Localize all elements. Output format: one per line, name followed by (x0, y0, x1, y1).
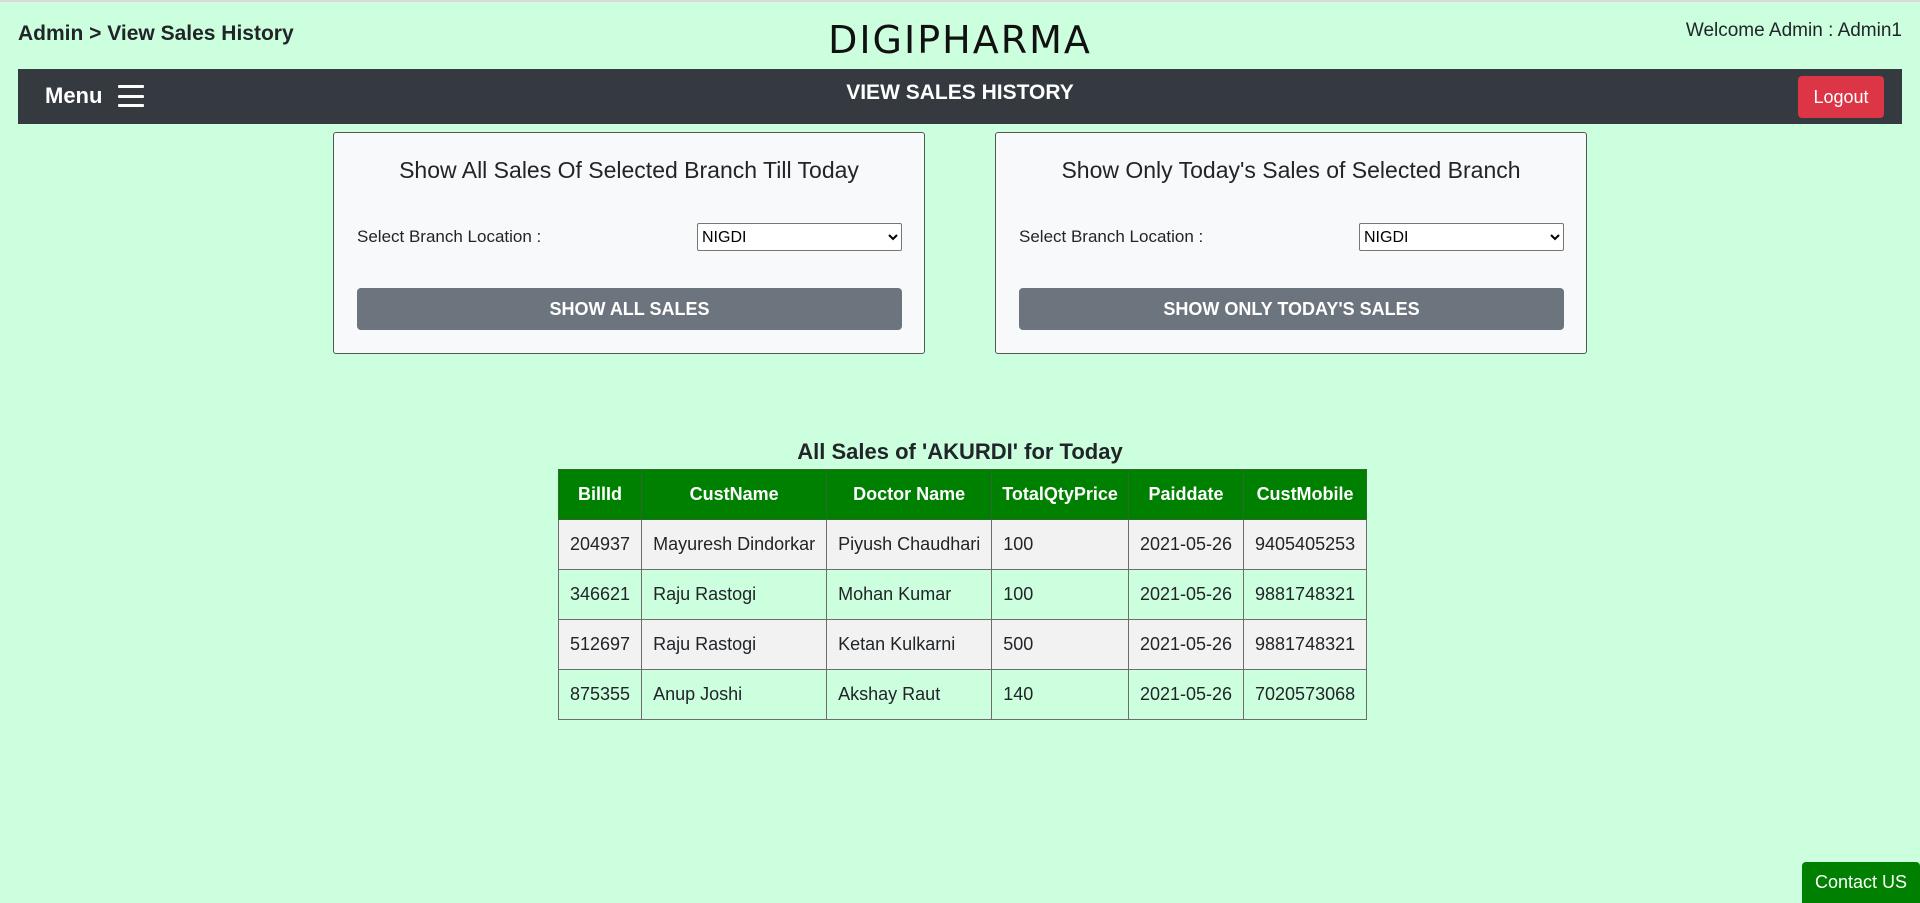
show-all-sales-button[interactable]: SHOW ALL SALES (357, 288, 902, 330)
cell-custmobile: 7020573068 (1243, 669, 1368, 720)
table-row: 875355 Anup Joshi Akshay Raut 140 2021-0… (557, 669, 1368, 720)
cell-paiddate: 2021-05-26 (1127, 569, 1245, 620)
brand-logo-text: DIGIPHARMA (828, 18, 1092, 62)
cell-totalqtyprice: 100 (991, 569, 1129, 620)
all-sales-card-title: Show All Sales Of Selected Branch Till T… (399, 157, 859, 183)
table-row: 346621 Raju Rastogi Mohan Kumar 100 2021… (557, 569, 1368, 620)
today-sales-card: Show Only Today's Sales of Selected Bran… (995, 132, 1587, 354)
cell-billid: 875355 (557, 669, 643, 720)
cell-billid: 512697 (557, 619, 643, 670)
all-sales-card: Show All Sales Of Selected Branch Till T… (333, 132, 925, 354)
today-sales-card-title: Show Only Today's Sales of Selected Bran… (1061, 157, 1521, 183)
cell-paiddate: 2021-05-26 (1127, 619, 1245, 670)
show-today-sales-button[interactable]: SHOW ONLY TODAY'S SALES (1019, 288, 1564, 330)
column-header-billid: BillId (557, 469, 643, 520)
cell-billid: 204937 (557, 519, 643, 570)
cell-custmobile: 9881748321 (1243, 569, 1368, 620)
cell-custname: Raju Rastogi (641, 569, 828, 620)
hamburger-icon[interactable] (118, 85, 145, 107)
page-title: VIEW SALES HISTORY (846, 81, 1074, 104)
cell-doctor-name: Akshay Raut (826, 669, 993, 720)
table-row: 204937 Mayuresh Dindorkar Piyush Chaudha… (557, 519, 1368, 570)
cell-billid: 346621 (557, 569, 643, 620)
cell-custname: Mayuresh Dindorkar (641, 519, 828, 570)
column-header-totalqtyprice: TotalQtyPrice (991, 469, 1129, 520)
table-header-row: BillId CustName Doctor Name TotalQtyPric… (557, 469, 1368, 520)
sales-table: BillId CustName Doctor Name TotalQtyPric… (557, 469, 1368, 720)
results-title: All Sales of 'AKURDI' for Today (797, 439, 1123, 464)
cell-doctor-name: Piyush Chaudhari (826, 519, 993, 570)
contact-us-button[interactable]: Contact US (1802, 862, 1920, 903)
menu-toggle[interactable]: Menu (45, 83, 145, 109)
table-row: 512697 Raju Rastogi Ketan Kulkarni 500 2… (557, 619, 1368, 670)
cell-doctor-name: Mohan Kumar (826, 569, 993, 620)
cell-custname: Anup Joshi (641, 669, 828, 720)
cell-totalqtyprice: 100 (991, 519, 1129, 570)
cell-custmobile: 9881748321 (1243, 619, 1368, 670)
cell-totalqtyprice: 500 (991, 619, 1129, 670)
cell-custname: Raju Rastogi (641, 619, 828, 670)
logout-button[interactable]: Logout (1798, 76, 1884, 118)
cell-paiddate: 2021-05-26 (1127, 519, 1245, 570)
navbar: Menu VIEW SALES HISTORY Logout (18, 69, 1902, 124)
cell-totalqtyprice: 140 (991, 669, 1129, 720)
menu-label: Menu (45, 83, 103, 108)
cell-paiddate: 2021-05-26 (1127, 669, 1245, 720)
column-header-doctor-name: Doctor Name (826, 469, 993, 520)
welcome-text: Welcome Admin : Admin1 (1685, 20, 1902, 41)
cell-custmobile: 9405405253 (1243, 519, 1368, 570)
column-header-paiddate: Paiddate (1127, 469, 1245, 520)
column-header-custname: CustName (641, 469, 828, 520)
column-header-custmobile: CustMobile (1243, 469, 1368, 520)
all-sales-branch-label: Select Branch Location : (357, 227, 542, 246)
today-sales-branch-select[interactable]: NIGDI (1359, 223, 1564, 251)
today-sales-branch-label: Select Branch Location : (1019, 227, 1204, 246)
top-border (0, 0, 1920, 2)
all-sales-branch-select[interactable]: NIGDI (697, 223, 902, 251)
cell-doctor-name: Ketan Kulkarni (826, 619, 993, 670)
